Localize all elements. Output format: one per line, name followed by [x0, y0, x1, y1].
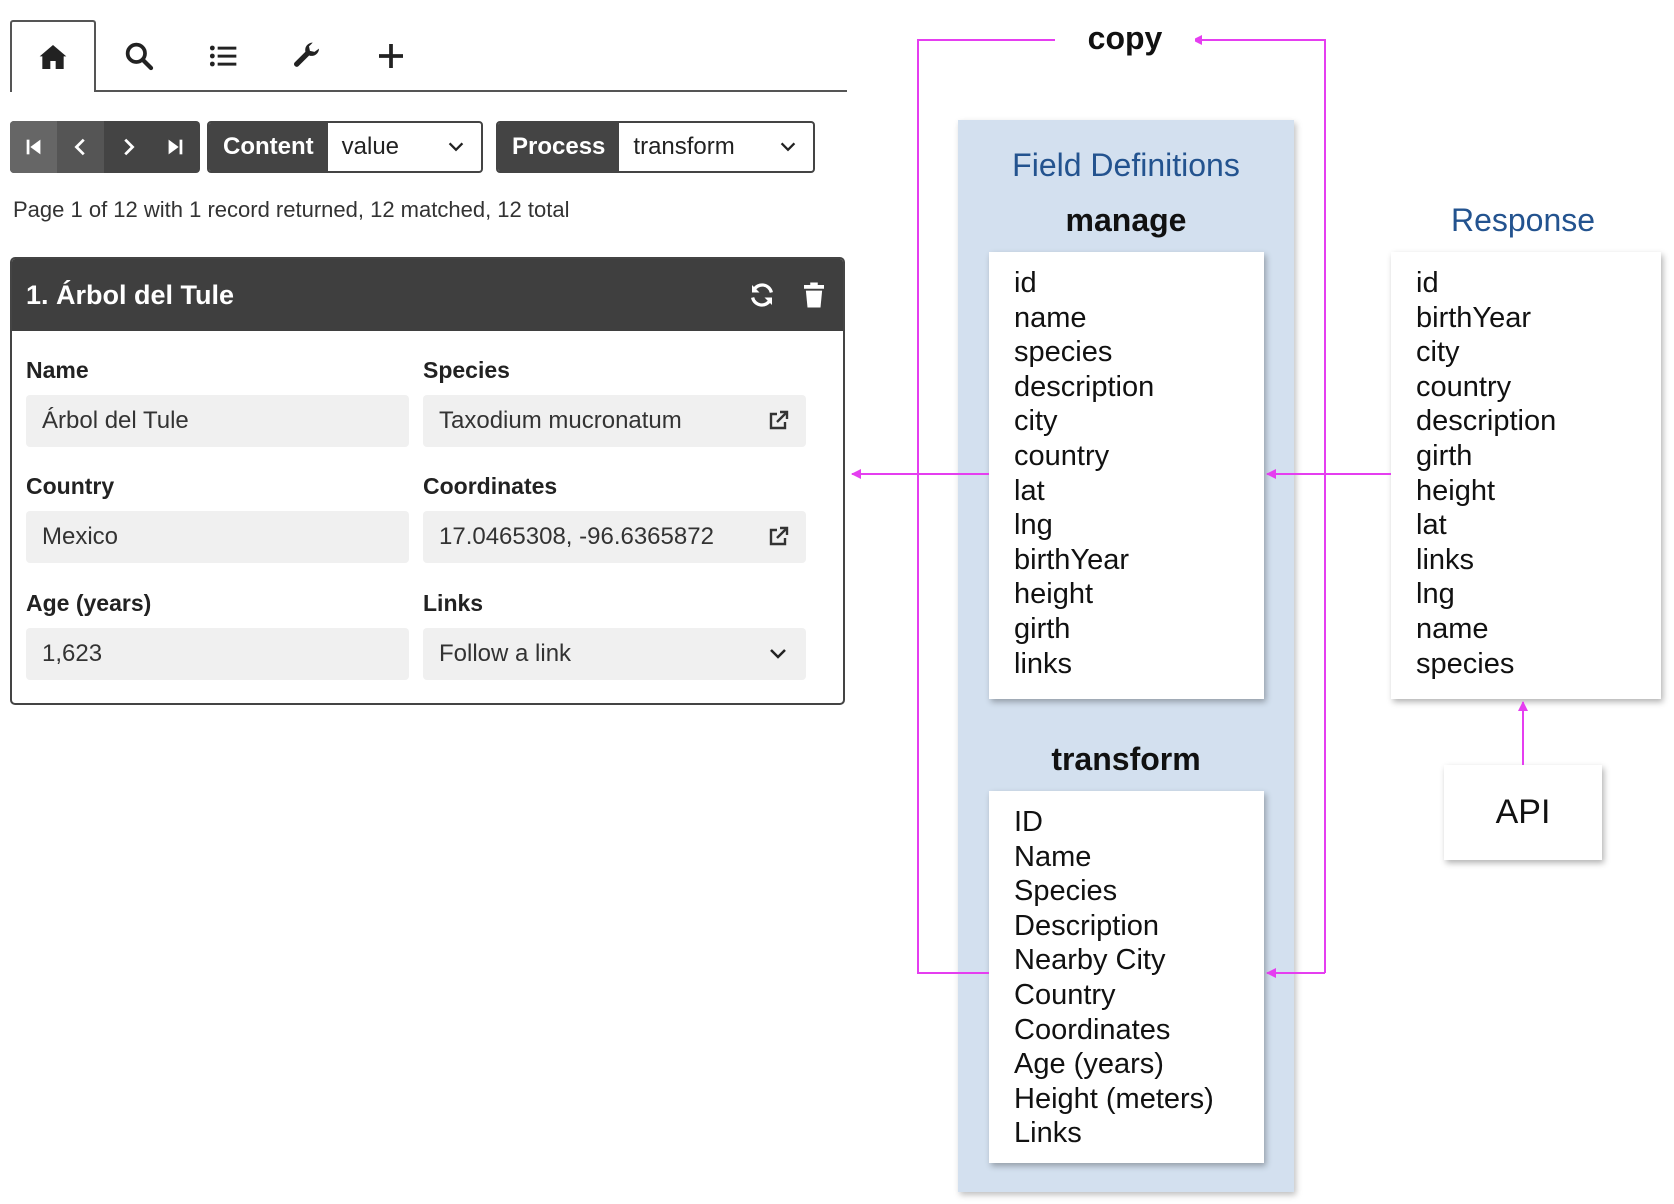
copy-label: copy [1055, 20, 1195, 57]
copy-loop-left [917, 39, 1062, 474]
connector-arrows [851, 35, 1528, 978]
copy-loop-right [1192, 35, 1326, 973]
home-icon [39, 45, 67, 69]
transform-to-record-connector [917, 474, 989, 974]
tab-home[interactable] [10, 20, 96, 92]
